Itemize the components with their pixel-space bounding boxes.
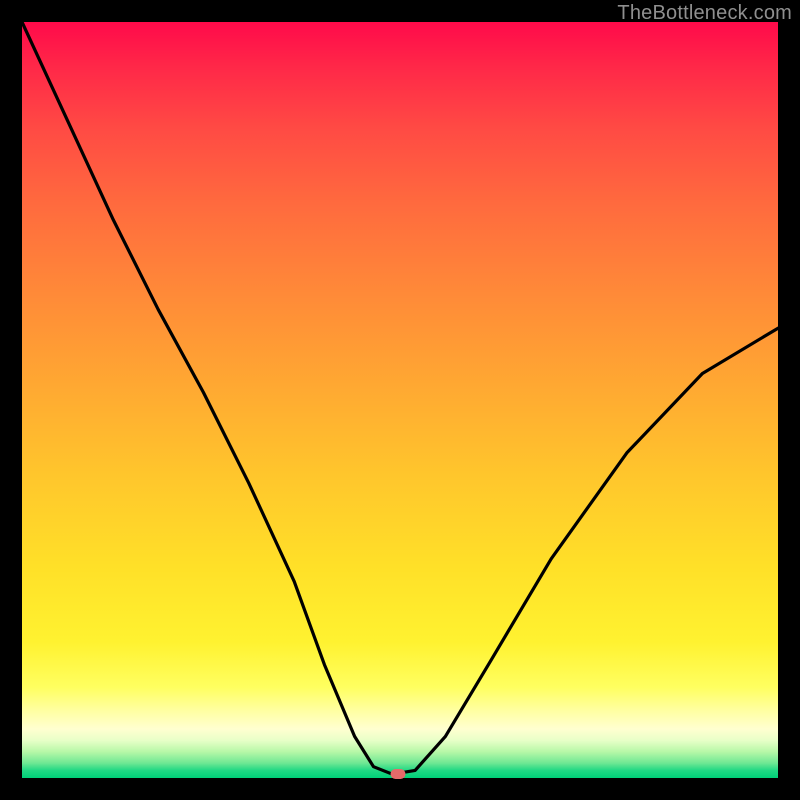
minimum-marker xyxy=(391,769,406,779)
watermark-text: TheBottleneck.com xyxy=(617,2,792,25)
bottleneck-curve xyxy=(22,22,778,778)
plot-area xyxy=(22,22,778,778)
chart-frame: TheBottleneck.com xyxy=(0,0,800,800)
